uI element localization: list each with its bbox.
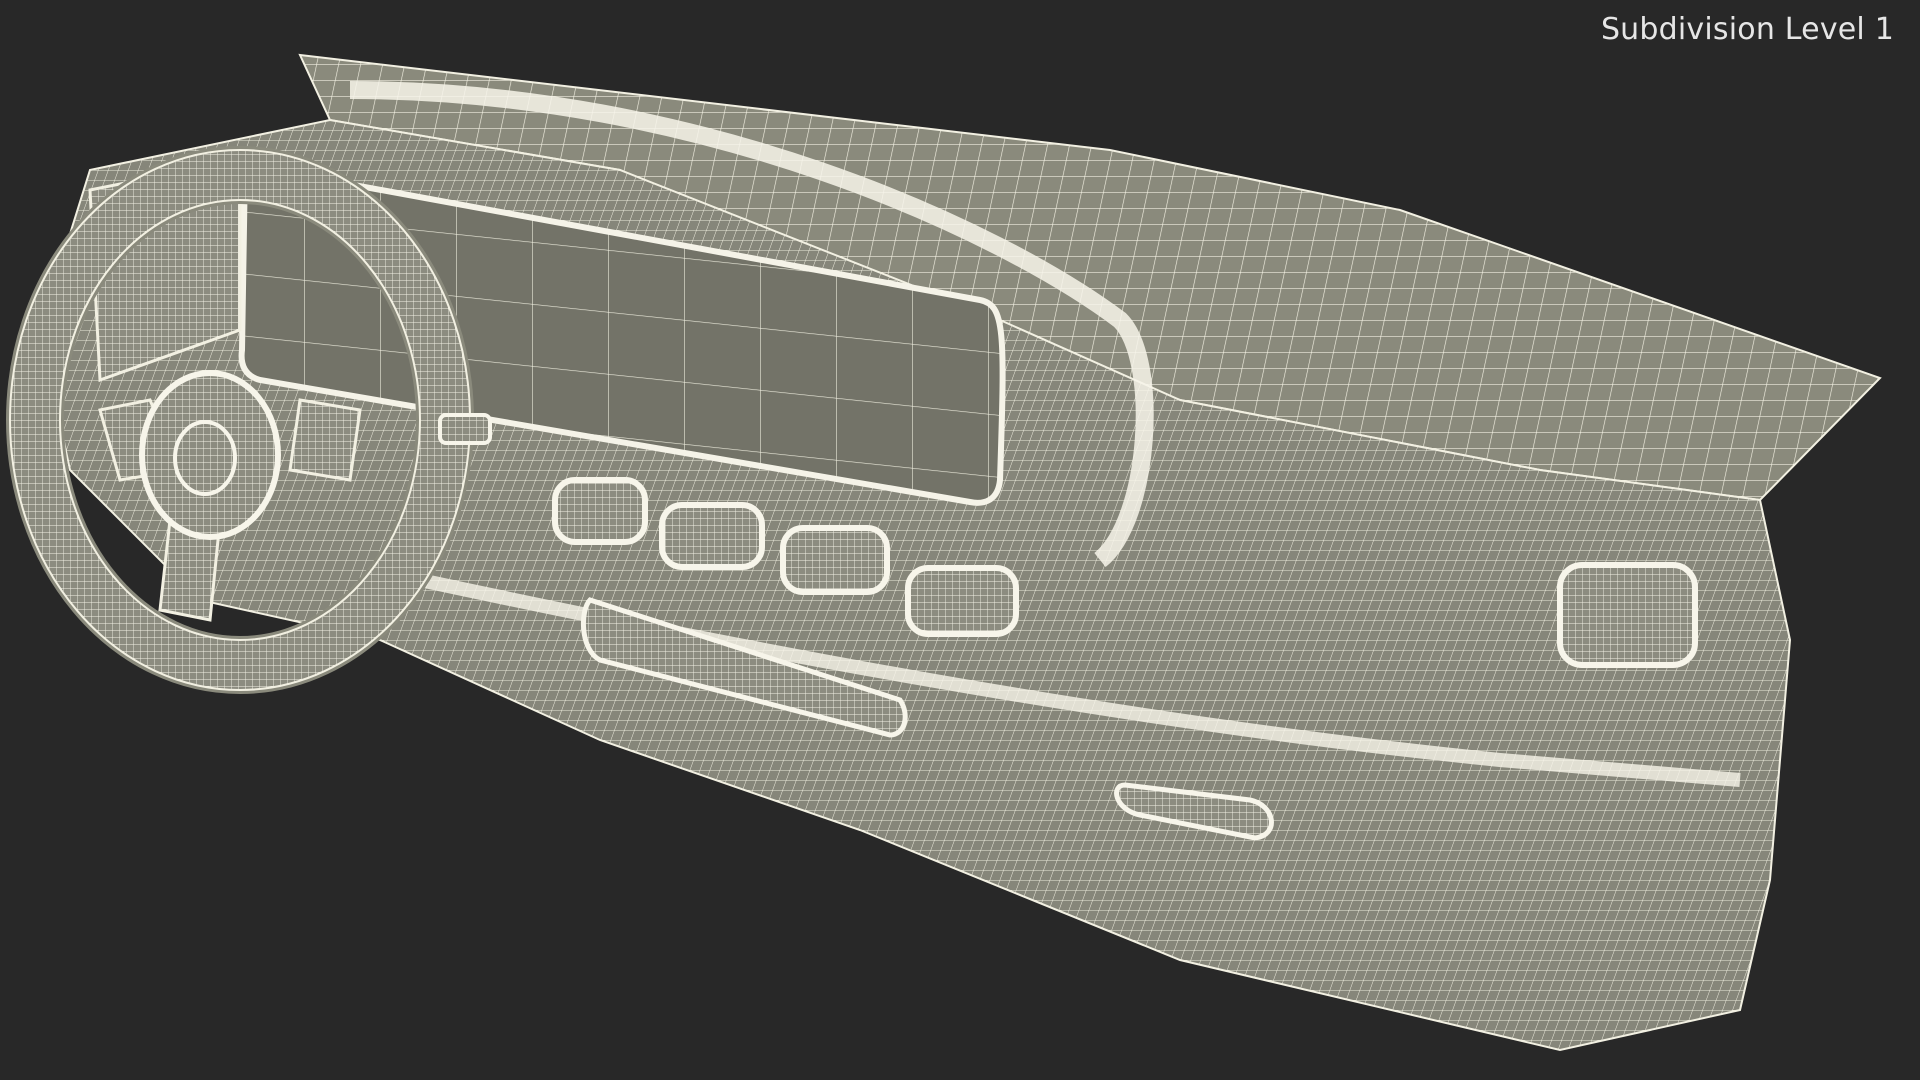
render-viewport: Subdivision Level 1 <box>0 0 1920 1080</box>
right-air-vent <box>1557 562 1698 668</box>
subdivision-level-label: Subdivision Level 1 <box>1600 12 1894 47</box>
dashboard-wireframe-icon <box>6 53 1882 1052</box>
wiper-stalk <box>438 413 492 445</box>
